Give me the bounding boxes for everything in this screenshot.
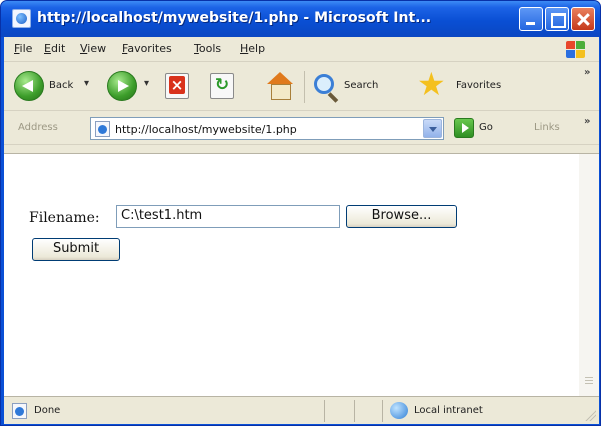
- address-dropdown-icon[interactable]: [423, 119, 442, 138]
- browse-button[interactable]: Browse...: [346, 205, 457, 228]
- resize-grip-icon[interactable]: [584, 409, 596, 421]
- home-icon[interactable]: [266, 72, 294, 100]
- stop-icon[interactable]: [165, 73, 189, 99]
- search-icon[interactable]: [314, 74, 334, 94]
- links-button[interactable]: Links: [534, 122, 560, 133]
- address-bar: Address http://localhost/mywebsite/1.php…: [4, 112, 599, 145]
- browser-window: http://localhost/mywebsite/1.php - Micro…: [0, 0, 601, 426]
- menu-tools[interactable]: Tools: [194, 42, 221, 55]
- favorites-label[interactable]: Favorites: [456, 80, 501, 91]
- filename-label: Filename:: [29, 210, 100, 226]
- menu-edit[interactable]: Edit: [44, 42, 65, 55]
- ie-page-icon: [12, 9, 31, 28]
- windows-logo-icon: [564, 39, 586, 59]
- page-status-icon: [12, 403, 27, 419]
- status-divider: [382, 400, 383, 422]
- menu-favorites[interactable]: Favorites: [122, 42, 172, 55]
- links-overflow-icon[interactable]: »: [584, 116, 590, 127]
- title-bar[interactable]: http://localhost/mywebsite/1.php - Micro…: [1, 1, 600, 37]
- go-button[interactable]: Go: [479, 122, 493, 133]
- address-label: Address: [18, 122, 58, 133]
- menu-file[interactable]: File: [14, 42, 32, 55]
- file-path-input[interactable]: C:\test1.htm: [116, 205, 340, 228]
- forward-dropdown-icon[interactable]: ▾: [144, 78, 149, 89]
- page-icon: [95, 121, 110, 137]
- back-icon[interactable]: [14, 71, 44, 101]
- status-divider: [324, 400, 325, 422]
- toolbar-separator: [304, 71, 305, 103]
- status-bar: Done Local intranet: [4, 396, 599, 424]
- browser-chrome: File Edit View Favorites Tools Help Back…: [4, 37, 599, 153]
- scroll-grip-icon: [583, 374, 595, 392]
- menu-bar: File Edit View Favorites Tools Help: [4, 37, 599, 62]
- page-content: Filename: C:\test1.htm Browse... Submit: [4, 153, 599, 397]
- search-label[interactable]: Search: [344, 80, 378, 91]
- window-title: http://localhost/mywebsite/1.php - Micro…: [37, 10, 432, 26]
- status-text: Done: [34, 405, 61, 416]
- close-button[interactable]: [571, 7, 595, 31]
- menu-view[interactable]: View: [80, 42, 106, 55]
- intranet-zone-icon: [390, 402, 408, 419]
- go-icon[interactable]: [454, 118, 474, 138]
- forward-icon[interactable]: [107, 71, 137, 101]
- status-divider: [354, 400, 355, 422]
- standard-toolbar: Back ▾ ▾ Search ★ Favorites »: [4, 63, 599, 111]
- address-url[interactable]: http://localhost/mywebsite/1.php: [115, 123, 297, 136]
- zone-text: Local intranet: [414, 405, 483, 416]
- toolbar-overflow-icon[interactable]: »: [584, 67, 590, 78]
- back-dropdown-icon[interactable]: ▾: [84, 78, 89, 89]
- address-input[interactable]: http://localhost/mywebsite/1.php: [90, 117, 444, 140]
- favorites-icon[interactable]: ★: [417, 67, 446, 101]
- vertical-scrollbar[interactable]: [579, 154, 599, 397]
- maximize-button[interactable]: [545, 7, 569, 31]
- menu-help[interactable]: Help: [240, 42, 265, 55]
- minimize-button[interactable]: [519, 7, 543, 31]
- submit-button[interactable]: Submit: [32, 238, 120, 261]
- refresh-icon[interactable]: [210, 73, 234, 99]
- back-label[interactable]: Back: [49, 80, 73, 91]
